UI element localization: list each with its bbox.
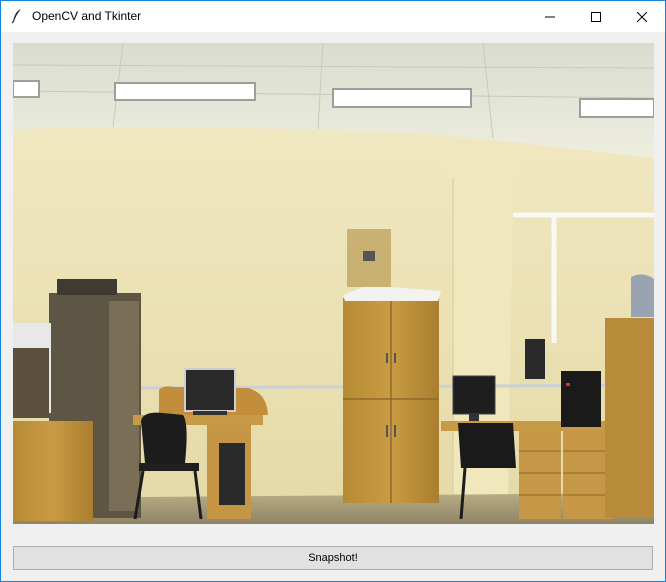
maximize-button[interactable]: [573, 1, 619, 32]
minimize-button[interactable]: [527, 1, 573, 32]
camera-frame-image: [13, 43, 654, 524]
close-button[interactable]: [619, 1, 665, 32]
feather-icon: [11, 9, 21, 24]
close-icon: [637, 11, 647, 22]
app-window: OpenCV and Tkinter Snapshot!: [0, 0, 666, 582]
maximize-icon: [591, 11, 601, 22]
minimize-icon: [545, 16, 555, 17]
title-bar[interactable]: OpenCV and Tkinter: [1, 1, 665, 32]
video-frame: [13, 43, 654, 524]
snapshot-button[interactable]: Snapshot!: [13, 546, 653, 570]
window-title: OpenCV and Tkinter: [32, 9, 142, 23]
